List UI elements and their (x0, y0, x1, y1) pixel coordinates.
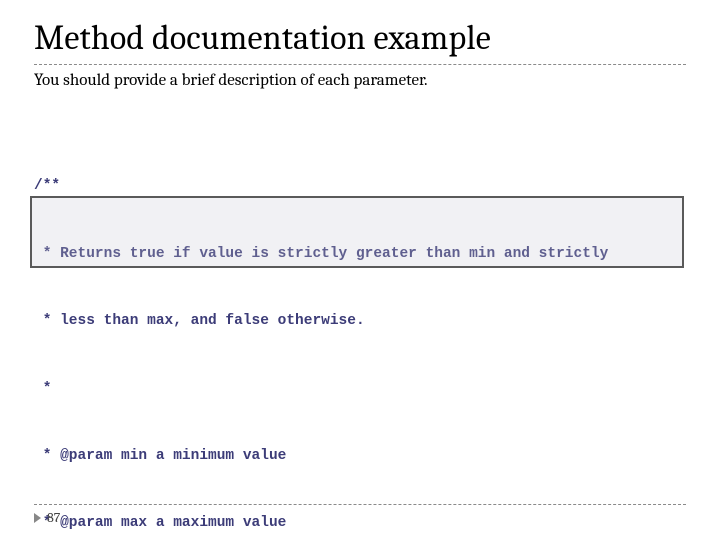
slide-footer: 87 (34, 504, 686, 526)
code-block: /** * Returns true if value is strictly … (34, 108, 686, 540)
footer-divider (34, 504, 686, 505)
code-line: * @param min a minimum value (34, 445, 686, 467)
footer-marker-icon (34, 513, 41, 523)
slide-title: Method documentation example (34, 18, 686, 58)
title-divider (34, 64, 686, 65)
slide-subtitle: You should provide a brief description o… (34, 71, 686, 90)
page-number: 87 (47, 509, 60, 526)
footer-row: 87 (34, 509, 686, 526)
code-line: * less than max, and false otherwise. (34, 310, 686, 332)
code-line: * (34, 378, 686, 400)
code-line: * Returns true if value is strictly grea… (34, 243, 686, 265)
slide: Method documentation example You should … (0, 0, 720, 540)
code-line: /** (34, 175, 686, 197)
